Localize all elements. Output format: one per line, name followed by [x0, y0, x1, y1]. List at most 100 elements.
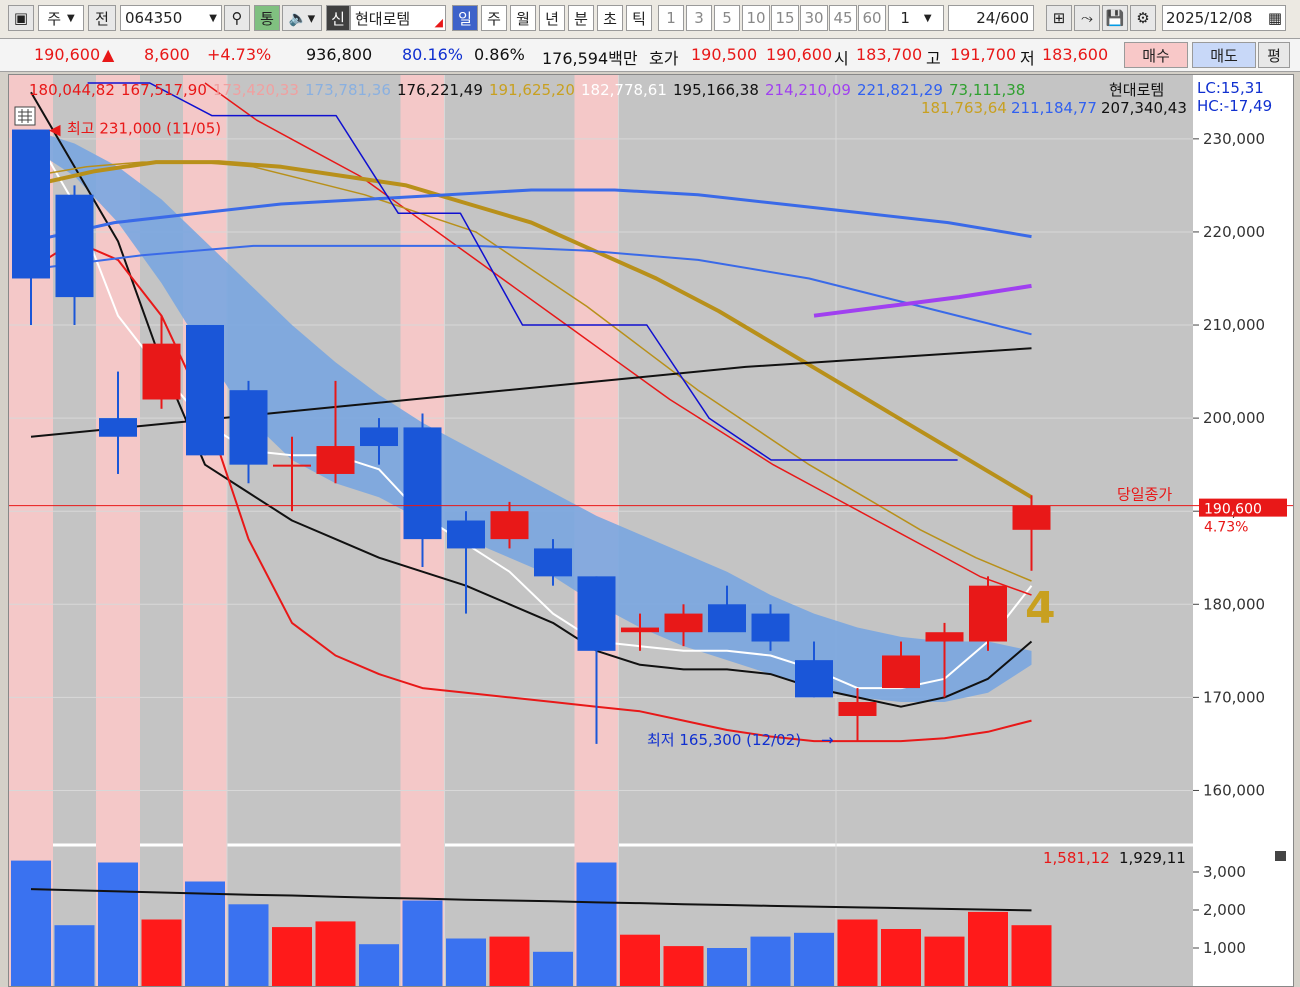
- wave-number: 4: [1025, 583, 1056, 634]
- candle-body: [708, 604, 746, 633]
- low-annotation: 최저 165,300 (12/02): [647, 731, 801, 749]
- price-chart[interactable]: 160,000170,000180,000190,000200,000210,0…: [9, 75, 1293, 986]
- high-price: 191,700: [950, 45, 1017, 64]
- sound-icon[interactable]: 🔈▾: [282, 5, 322, 31]
- volume-bar: [315, 921, 356, 986]
- market-label: 주: [47, 9, 62, 28]
- save-icon[interactable]: 💾: [1102, 5, 1128, 31]
- multiplier-select[interactable]: 1 ▼: [888, 5, 944, 31]
- date-value: 2025/12/08: [1166, 9, 1253, 27]
- legend-value-5: 191,625,20: [489, 81, 575, 99]
- interval-button-3[interactable]: 3: [686, 5, 712, 31]
- bid-price: 190,600: [766, 45, 833, 64]
- interval-button-1[interactable]: 1: [658, 5, 684, 31]
- period-tab-6[interactable]: 틱: [626, 5, 652, 31]
- up-arrow-icon: ▲: [102, 45, 115, 64]
- volume-bar: [968, 911, 1008, 986]
- interval-button-30[interactable]: 30: [800, 5, 828, 31]
- interval-button-45[interactable]: 45: [829, 5, 857, 31]
- volume-bar: [141, 919, 182, 986]
- candle-body: [621, 627, 659, 633]
- high-annotation: 최고 231,000 (11/05): [67, 120, 221, 138]
- legend-row2-value-0: 181,763,64: [921, 99, 1007, 117]
- period-tab-2[interactable]: 월: [510, 5, 536, 31]
- multiplier-value: 1: [900, 9, 910, 27]
- left-arrow-icon: ◀: [49, 121, 61, 139]
- open-price: 183,700: [856, 45, 923, 64]
- gear-icon[interactable]: ⚙: [1130, 5, 1156, 31]
- indicator-add-icon[interactable]: ⊞: [1046, 5, 1072, 31]
- low-label: 저: [1020, 49, 1035, 68]
- stock-name-field[interactable]: 현대로템 ◢: [350, 5, 446, 31]
- search-icon[interactable]: ⚲: [224, 5, 250, 31]
- period-tab-4[interactable]: 분: [568, 5, 594, 31]
- interval-button-60[interactable]: 60: [858, 5, 886, 31]
- stock-code-input[interactable]: 064350 ▼: [120, 5, 222, 31]
- volume-value: 1,929,11: [1119, 849, 1186, 867]
- close-percent-text: 4.73%: [1204, 520, 1248, 536]
- period-tab-1[interactable]: 주: [481, 5, 507, 31]
- price-tick-label: 220,000: [1203, 223, 1265, 241]
- candle-body: [273, 464, 311, 467]
- volume-bar: [533, 951, 573, 986]
- count-value: 24: [976, 9, 996, 27]
- legend-value-9: 221,821,29: [857, 81, 943, 99]
- interval-button-5[interactable]: 5: [714, 5, 740, 31]
- market-select[interactable]: 주 ▼: [38, 5, 84, 31]
- close-price-text: 190,600: [1204, 502, 1262, 518]
- volume-bar: [489, 936, 530, 986]
- interval-button-15[interactable]: 15: [771, 5, 799, 31]
- prev-button[interactable]: 전: [88, 5, 116, 31]
- price-tick-label: 160,000: [1203, 781, 1265, 799]
- volume-bar: [1011, 925, 1052, 986]
- candle-body: [882, 655, 920, 689]
- candle-body: [751, 613, 790, 642]
- candle-body: [925, 632, 964, 642]
- count-total: /600: [995, 9, 1029, 27]
- volume-tick-label: 1,000: [1203, 939, 1246, 957]
- price-tick-label: 180,000: [1203, 595, 1265, 613]
- legend-value-4: 176,221,49: [397, 81, 483, 99]
- high-label: 고: [926, 49, 941, 68]
- chart-area[interactable]: 160,000170,000180,000190,000200,000210,0…: [8, 74, 1294, 987]
- volume-bar: [663, 946, 704, 986]
- candle-body: [229, 390, 268, 465]
- date-field[interactable]: 2025/12/08 ▦: [1162, 5, 1286, 31]
- volume-bar: [54, 925, 95, 986]
- interval-button-10[interactable]: 10: [742, 5, 770, 31]
- hc-value: HC:-17,49: [1197, 97, 1272, 115]
- candle-body: [795, 660, 833, 698]
- volume-pane-menu-icon[interactable]: [1275, 851, 1286, 861]
- legend-value-1: 167,517,90: [121, 81, 207, 99]
- lc-value: LC:15,31: [1197, 79, 1264, 97]
- period-tab-5[interactable]: 초: [597, 5, 623, 31]
- price-tick-label: 210,000: [1203, 316, 1265, 334]
- chart-settings-icon[interactable]: [14, 106, 36, 126]
- candle-body: [838, 702, 877, 716]
- quote-bar: 190,600 ▲ 8,600 +4.73% 936,800 80.16% 0.…: [0, 39, 1300, 72]
- volume-bar: [185, 881, 225, 986]
- price-change: 8,600: [144, 45, 190, 64]
- sell-button[interactable]: 매도: [1192, 42, 1256, 68]
- close-label: 당일종가: [1117, 486, 1172, 504]
- chart-tools-icon[interactable]: ⤳: [1074, 5, 1100, 31]
- candle-body: [577, 576, 616, 651]
- right-arrow-icon: →: [821, 731, 834, 749]
- volume-bar: [924, 936, 965, 986]
- period-tab-3[interactable]: 년: [539, 5, 565, 31]
- buy-button[interactable]: 매수: [1124, 42, 1188, 68]
- volume-bar: [359, 944, 399, 986]
- count-field[interactable]: 24/600: [948, 5, 1034, 31]
- volume-bar: [576, 862, 617, 986]
- toolbar: ▣ 주 ▼ 전 064350 ▼ ⚲ 통 🔈▾ 신 현대로템 ◢ 1 ▼ 24/600 …: [0, 0, 1300, 39]
- volume-bar: [446, 938, 486, 986]
- tong-button[interactable]: 통: [254, 5, 280, 31]
- period-tab-0[interactable]: 일: [452, 5, 478, 31]
- volume-bar: [98, 862, 138, 986]
- window-menu-icon[interactable]: ▣: [8, 5, 34, 31]
- stock-name-value: 현대로템: [355, 9, 411, 28]
- average-button[interactable]: 평: [1258, 42, 1290, 68]
- legend-stock-name: 현대로템: [1109, 81, 1164, 99]
- volume-bar: [402, 900, 443, 986]
- legend-row2-value-2: 207,340,43: [1101, 99, 1187, 117]
